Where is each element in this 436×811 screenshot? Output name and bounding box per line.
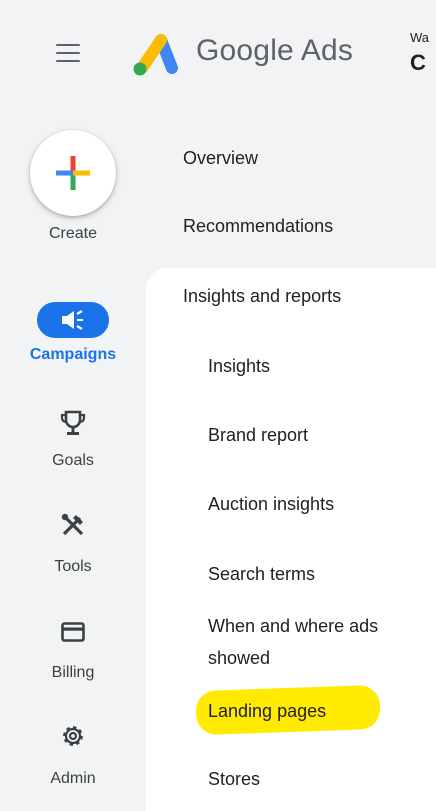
nav-item-overview[interactable]: Overview (183, 144, 258, 173)
create-button[interactable] (30, 130, 116, 216)
plus-icon (56, 156, 90, 190)
nav-item-search-terms[interactable]: Search terms (208, 560, 315, 589)
product-name: Google Ads (196, 34, 354, 67)
gear-icon (63, 726, 83, 746)
nav-item-insights-and-reports[interactable]: Insights and reports (183, 282, 341, 311)
admin-label[interactable]: Admin (0, 770, 146, 788)
nav-item-when-where-line1[interactable]: When and where ads (208, 612, 378, 641)
megaphone-icon (62, 310, 83, 330)
nav-item-brand-report[interactable]: Brand report (208, 421, 308, 450)
top-bar: Google Ads Wa C (0, 0, 436, 110)
nav-item-landing-pages[interactable]: Landing pages (208, 697, 326, 726)
nav-item-stores[interactable]: Stores (208, 765, 260, 794)
goals-rail-item[interactable] (0, 410, 146, 438)
google-ads-logo (133, 34, 178, 76)
billing-rail-item[interactable] (0, 622, 146, 642)
create-label: Create (48, 225, 98, 242)
credit-card-icon (61, 622, 85, 642)
admin-rail-item[interactable] (0, 723, 146, 749)
account-label[interactable]: Wa (410, 30, 429, 45)
trophy-icon (60, 410, 86, 435)
nav-item-insights[interactable]: Insights (208, 352, 270, 381)
tools-icon (61, 513, 84, 536)
navigation-rail: Create Campaigns Goals Tools Billing Adm… (0, 110, 146, 811)
tools-rail-item[interactable] (0, 512, 146, 538)
campaigns-rail-item[interactable] (0, 302, 146, 338)
billing-label[interactable]: Billing (0, 664, 146, 682)
goals-label[interactable]: Goals (0, 452, 146, 470)
nav-item-when-where-line2[interactable]: showed (208, 644, 270, 673)
nav-item-auction-insights[interactable]: Auction insights (208, 490, 334, 519)
campaigns-pill (37, 302, 109, 338)
tools-label[interactable]: Tools (0, 558, 146, 576)
nav-item-recommendations[interactable]: Recommendations (183, 212, 333, 241)
account-name[interactable]: C (410, 50, 426, 76)
campaigns-label[interactable]: Campaigns (0, 346, 146, 364)
hamburger-menu-icon[interactable] (56, 44, 80, 64)
